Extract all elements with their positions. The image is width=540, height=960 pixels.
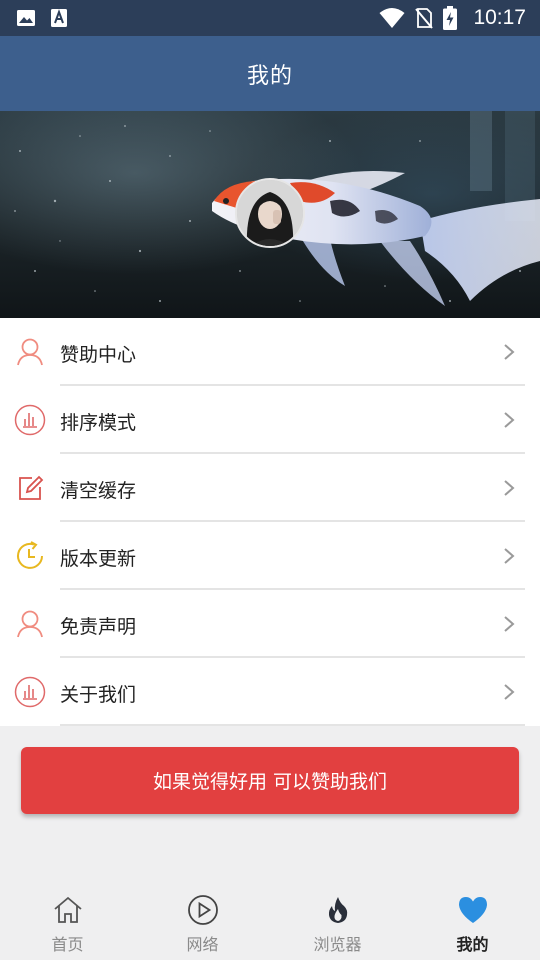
chevron-right-icon — [504, 344, 515, 360]
status-bar: 10:17 — [0, 0, 540, 36]
heart-icon — [458, 897, 487, 923]
chevron-right-icon — [504, 684, 515, 700]
menu-item-sort-mode[interactable]: 排序模式 — [0, 386, 540, 454]
bottom-nav: 首页 网络 浏览器 我的 — [0, 878, 540, 960]
chevron-right-icon — [504, 616, 515, 632]
divider — [60, 724, 525, 726]
nav-item-home[interactable]: 首页 — [0, 878, 135, 960]
nav-label: 首页 — [51, 935, 84, 954]
menu-item-label: 排序模式 — [60, 412, 137, 434]
play-circle-icon — [187, 895, 218, 925]
bar-chart-circle-icon — [14, 404, 46, 436]
nav-label: 浏览器 — [313, 935, 362, 954]
nav-item-mine[interactable]: 我的 — [405, 878, 540, 960]
menu-item-label: 清空缓存 — [60, 480, 137, 502]
home-icon — [53, 896, 82, 923]
bar-chart-circle-icon — [14, 676, 46, 708]
menu-item-label: 免责声明 — [60, 616, 137, 638]
wifi-icon — [379, 8, 405, 28]
nav-item-browser[interactable]: 浏览器 — [270, 878, 405, 960]
user-avatar-image — [237, 180, 303, 246]
chevron-right-icon — [504, 548, 515, 564]
chevron-right-icon — [504, 480, 515, 496]
menu-item-label: 版本更新 — [60, 548, 137, 570]
menu-item-label: 关于我们 — [60, 684, 137, 706]
menu-item-about-us[interactable]: 关于我们 — [0, 658, 540, 726]
battery-charging-icon — [443, 6, 458, 30]
menu-item-label: 赞助中心 — [60, 344, 137, 366]
person-outline-icon — [17, 610, 43, 638]
koi-fish-banner — [0, 111, 540, 318]
menu-item-disclaimer[interactable]: 免责声明 — [0, 590, 540, 658]
nav-label: 网络 — [186, 935, 219, 954]
nav-item-network[interactable]: 网络 — [135, 878, 270, 960]
page-title: 我的 — [246, 63, 293, 89]
menu-item-clear-cache[interactable]: 清空缓存 — [0, 454, 540, 522]
nav-label: 我的 — [456, 935, 489, 954]
no-sim-icon — [415, 8, 434, 29]
chevron-right-icon — [504, 412, 515, 428]
menu-item-version-update[interactable]: 版本更新 — [0, 522, 540, 590]
person-outline-icon — [17, 338, 43, 366]
title-bar: 我的 — [0, 36, 540, 111]
menu-item-sponsor-center[interactable]: 赞助中心 — [0, 318, 540, 386]
edit-square-icon — [19, 475, 44, 500]
status-time: 10:17 — [473, 6, 526, 29]
font-a-icon — [51, 9, 67, 27]
flame-icon — [328, 897, 347, 923]
avatar[interactable] — [235, 178, 305, 248]
clock-refresh-icon — [17, 541, 43, 569]
sponsor-button[interactable]: 如果觉得好用 可以赞助我们 — [21, 747, 519, 814]
menu-list: 赞助中心 排序模式 清空缓存 版本更新 免责声明 关于我们 — [0, 318, 540, 726]
image-icon — [17, 10, 35, 26]
